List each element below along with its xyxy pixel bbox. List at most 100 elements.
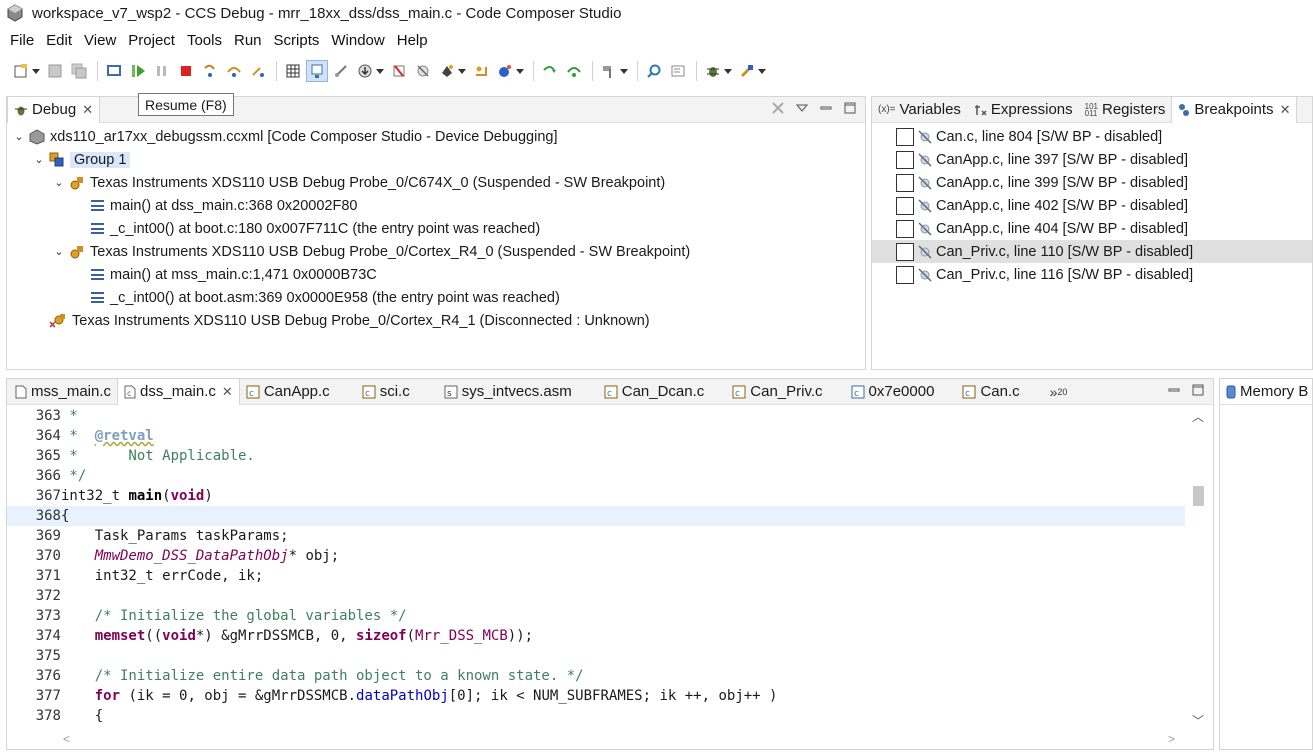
step-into-icon[interactable] <box>199 60 221 82</box>
code-editor[interactable]: 363 * 364 * @retval 365 * Not Applicable… <box>7 406 1185 731</box>
breakpoint-row[interactable]: CanApp.c, line 404 [S/W BP - disabled] <box>872 217 1312 240</box>
tab-variables[interactable]: (x)= Variables <box>872 97 967 123</box>
step-return-icon[interactable] <box>247 60 269 82</box>
tree-node-core-c674x[interactable]: ⌄ Texas Instruments XDS110 USB Debug Pro… <box>7 171 865 194</box>
remove-all-terminated-icon[interactable] <box>771 101 785 115</box>
close-icon[interactable]: ✕ <box>82 102 93 118</box>
menu-project[interactable]: Project <box>122 32 181 49</box>
tree-node-core-r4-0[interactable]: ⌄ Texas Instruments XDS110 USB Debug Pro… <box>7 240 865 263</box>
tree-node-group[interactable]: ⌄ Group 1 <box>7 148 865 171</box>
tab-memory-browser[interactable]: Memory B <box>1220 379 1313 405</box>
overflow-count: 20 <box>1057 386 1068 397</box>
resume-icon[interactable] <box>127 60 149 82</box>
connect-icon[interactable] <box>330 60 352 82</box>
step-over-icon[interactable] <box>223 60 245 82</box>
new-icon[interactable] <box>10 60 40 82</box>
maximize-icon[interactable] <box>843 101 857 115</box>
target-icon[interactable] <box>436 60 466 82</box>
menu-scripts[interactable]: Scripts <box>268 32 326 49</box>
breakpoint-row[interactable]: CanApp.c, line 402 [S/W BP - disabled] <box>872 194 1312 217</box>
chevron-down-icon[interactable]: ﹀ <box>1192 712 1204 729</box>
reset-icon[interactable] <box>470 60 492 82</box>
restart-icon[interactable] <box>494 60 524 82</box>
menu-window[interactable]: Window <box>325 32 390 49</box>
editor-horizontal-scrollbar[interactable]: < > <box>7 731 1185 749</box>
instruction-stepping-icon[interactable] <box>306 60 328 82</box>
menu-file[interactable]: File <box>4 32 40 49</box>
tree-node-launch[interactable]: ⌄ xds110_ar17xx_debugssm.ccxml [Code Com… <box>7 125 865 148</box>
build-hammer-icon[interactable] <box>598 60 628 82</box>
tree-node-stack-frame[interactable]: _c_int00() at boot.asm:369 0x0000E958 (t… <box>7 286 865 309</box>
save-icon[interactable] <box>44 60 66 82</box>
breakpoint-checkbox[interactable] <box>896 127 914 146</box>
close-icon[interactable]: ✕ <box>222 384 233 400</box>
menu-run[interactable]: Run <box>228 32 268 49</box>
tab-sci[interactable]: c sci.c <box>356 379 416 405</box>
breakpoint-row[interactable]: Can.c, line 804 [S/W BP - disabled] <box>872 125 1312 148</box>
terminate-icon[interactable] <box>175 60 197 82</box>
chevron-down-icon[interactable]: ⌄ <box>33 153 45 166</box>
save-all-icon[interactable] <box>68 60 90 82</box>
breakpoint-checkbox[interactable] <box>896 219 914 238</box>
tab-memory-address[interactable]: c 0x7e0000 <box>845 379 941 405</box>
editor-vertical-scrollbar[interactable]: ︿ ﹀ <box>1185 406 1213 731</box>
minimize-icon[interactable] <box>819 101 833 115</box>
breakpoint-checkbox[interactable] <box>896 265 914 284</box>
search-icon[interactable] <box>643 60 665 82</box>
debug-bug-icon[interactable] <box>702 60 732 82</box>
grid-icon[interactable] <box>282 60 304 82</box>
menu-view[interactable]: View <box>78 32 122 49</box>
title-bar: workspace_v7_wsp2 - CCS Debug - mrr_18xx… <box>0 0 1313 26</box>
minimize-icon[interactable] <box>1167 383 1181 397</box>
external-tools-icon[interactable] <box>736 60 766 82</box>
chevron-left-icon[interactable]: < <box>63 732 70 746</box>
tab-overflow-button[interactable]: » 20 <box>1044 379 1074 405</box>
menu-edit[interactable]: Edit <box>40 32 78 49</box>
skip-breakpoints-icon[interactable] <box>412 60 434 82</box>
tree-node-stack-frame[interactable]: main() at dss_main.c:368 0x20002F80 <box>7 194 865 217</box>
close-icon[interactable]: ✕ <box>1280 102 1291 118</box>
chevron-down-icon[interactable]: ⌄ <box>53 176 65 189</box>
breakpoint-row[interactable]: Can_Priv.c, line 116 [S/W BP - disabled] <box>872 263 1312 286</box>
breakpoint-toggle-icon[interactable] <box>388 60 410 82</box>
maximize-icon[interactable] <box>1191 383 1205 397</box>
console-icon[interactable] <box>667 60 689 82</box>
tab-can-dcan[interactable]: c Can_Dcan.c <box>598 379 711 405</box>
view-menu-icon[interactable] <box>795 101 809 115</box>
tab-sys-intvecs[interactable]: s sys_intvecs.asm <box>438 379 578 405</box>
chevron-up-icon[interactable]: ︿ <box>1192 408 1204 425</box>
c-file-icon: c <box>851 385 865 399</box>
assembly-step-into-icon[interactable] <box>539 60 561 82</box>
breakpoint-checkbox[interactable] <box>896 150 914 169</box>
tab-dss-main[interactable]: c dss_main.c ✕ <box>117 378 240 405</box>
assembly-step-over-icon[interactable] <box>563 60 585 82</box>
suspend-icon[interactable] <box>151 60 173 82</box>
editor-tab-label: dss_main.c <box>140 383 216 400</box>
chevron-right-icon[interactable]: > <box>1168 732 1175 746</box>
breakpoint-row[interactable]: Can_Priv.c, line 110 [S/W BP - disabled] <box>872 240 1312 263</box>
menu-help[interactable]: Help <box>391 32 434 49</box>
tab-expressions[interactable]: Expressions <box>967 97 1079 123</box>
tab-can[interactable]: c Can.c <box>956 379 1025 405</box>
tab-breakpoints[interactable]: Breakpoints ✕ <box>1171 96 1298 123</box>
tree-node-core-r4-1[interactable]: Texas Instruments XDS110 USB Debug Probe… <box>7 309 865 332</box>
debug-view-icon[interactable] <box>103 60 125 82</box>
chevron-down-icon[interactable]: ⌄ <box>53 245 65 258</box>
tree-node-stack-frame[interactable]: main() at mss_main.c:1,471 0x0000B73C <box>7 263 865 286</box>
tab-mss-main[interactable]: mss_main.c <box>9 379 117 405</box>
scrollbar-thumb[interactable] <box>1193 486 1204 506</box>
tree-node-stack-frame[interactable]: _c_int00() at boot.c:180 0x007F711C (the… <box>7 217 865 240</box>
breakpoint-row[interactable]: CanApp.c, line 397 [S/W BP - disabled] <box>872 148 1312 171</box>
tab-canapp[interactable]: c CanApp.c <box>240 379 336 405</box>
tab-debug[interactable]: Debug ✕ <box>7 96 101 123</box>
load-program-icon[interactable] <box>354 60 384 82</box>
breakpoint-checkbox[interactable] <box>896 196 914 215</box>
tab-can-priv[interactable]: c Can_Priv.c <box>726 379 828 405</box>
breakpoint-checkbox[interactable] <box>896 173 914 192</box>
editor-tab-label: 0x7e0000 <box>868 383 935 400</box>
chevron-down-icon[interactable]: ⌄ <box>13 130 25 143</box>
breakpoint-checkbox[interactable] <box>896 242 914 261</box>
breakpoint-row[interactable]: CanApp.c, line 399 [S/W BP - disabled] <box>872 171 1312 194</box>
tab-registers[interactable]: 101 011 Registers <box>1079 97 1172 123</box>
menu-tools[interactable]: Tools <box>181 32 228 49</box>
